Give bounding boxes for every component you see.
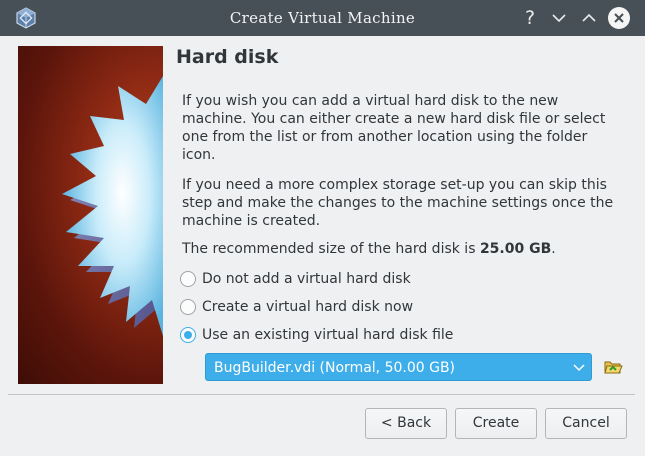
radio-button[interactable] bbox=[180, 327, 196, 343]
back-button[interactable]: < Back bbox=[365, 408, 447, 439]
wizard-banner-image bbox=[18, 46, 163, 384]
maximize-icon[interactable] bbox=[578, 7, 600, 29]
intro-text: If you wish you can add a virtual hard d… bbox=[182, 93, 606, 163]
chevron-down-icon bbox=[573, 364, 585, 372]
recommended-size-value: 25.00 GB bbox=[479, 241, 552, 257]
radio-button[interactable] bbox=[180, 299, 196, 315]
page-heading: Hard disk bbox=[176, 46, 279, 68]
wizard-page: Hard disk If you wish you can add a virt… bbox=[8, 38, 635, 395]
recommended-suffix: . bbox=[551, 241, 556, 257]
storage-hint-text: If you need a more complex storage set-u… bbox=[182, 177, 614, 229]
minimize-icon[interactable] bbox=[548, 7, 570, 29]
radio-label: Create a virtual hard disk now bbox=[202, 299, 414, 315]
disk-file-select[interactable]: BugBuilder.vdi (Normal, 50.00 GB) bbox=[205, 353, 592, 381]
radio-label: Use an existing virtual hard disk file bbox=[202, 327, 454, 343]
folder-open-icon[interactable] bbox=[603, 357, 623, 377]
close-icon[interactable] bbox=[608, 7, 630, 29]
title-bar[interactable]: Create Virtual Machine ? bbox=[0, 0, 645, 36]
recommended-size-text: The recommended size of the hard disk is… bbox=[182, 240, 622, 258]
radio-button[interactable] bbox=[180, 271, 196, 287]
radio-label: Do not add a virtual hard disk bbox=[202, 271, 411, 287]
help-icon[interactable]: ? bbox=[519, 7, 541, 29]
create-button[interactable]: Create bbox=[455, 408, 537, 439]
cancel-button[interactable]: Cancel bbox=[545, 408, 627, 439]
create-vm-dialog: Create Virtual Machine ? Hard disk If yo… bbox=[0, 0, 645, 456]
recommended-prefix: The recommended size of the hard disk is bbox=[182, 241, 480, 257]
disk-file-value: BugBuilder.vdi (Normal, 50.00 GB) bbox=[214, 360, 456, 376]
